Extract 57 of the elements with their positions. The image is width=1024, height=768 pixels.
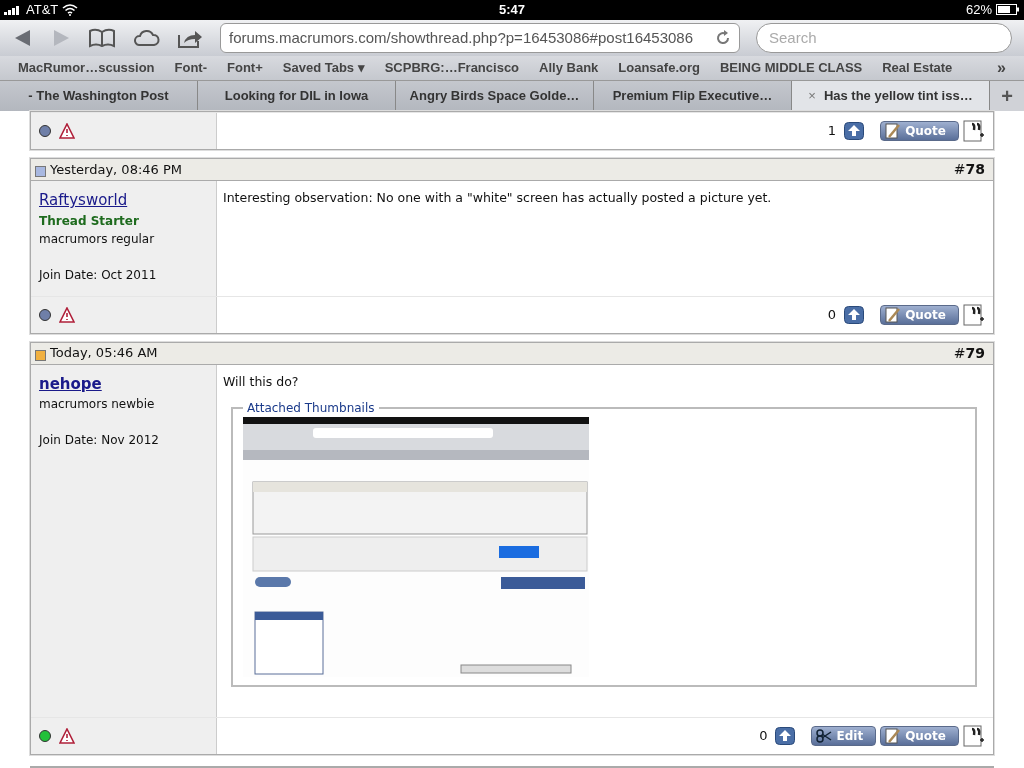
new-tab-button[interactable]: + bbox=[990, 81, 1024, 111]
bookmark-link[interactable]: » bbox=[997, 56, 1006, 80]
bookmark-link[interactable]: Ally Bank bbox=[539, 58, 599, 78]
bookmark-link[interactable]: SCPBRG:…Francisco bbox=[384, 58, 520, 78]
post-date: Today, 05:46 AM bbox=[50, 344, 159, 363]
browser-tab[interactable]: Premium Flip Executive… bbox=[594, 81, 792, 111]
post-message: Will this do? bbox=[223, 372, 300, 391]
quote-button[interactable]: Quote bbox=[880, 304, 959, 325]
bookmark-link[interactable]: Real Estate bbox=[882, 58, 953, 78]
scissors-icon bbox=[816, 729, 833, 743]
attachment-legend: Attached Thumbnails bbox=[243, 399, 379, 418]
search-field[interactable]: Search bbox=[756, 22, 1012, 53]
reload-icon[interactable] bbox=[715, 29, 731, 46]
bookmark-link[interactable]: Loansafe.org bbox=[618, 58, 700, 78]
multi-quote-icon[interactable] bbox=[963, 725, 985, 747]
post-number: #78 bbox=[953, 160, 986, 179]
battery-icon bbox=[996, 4, 1020, 16]
battery-percent: 62% bbox=[965, 1, 992, 19]
warning-icon[interactable] bbox=[59, 306, 75, 323]
warning-icon[interactable] bbox=[59, 728, 75, 744]
post-number: #79 bbox=[953, 343, 986, 363]
browser-tab[interactable]: Angry Birds Space Golde… bbox=[396, 81, 594, 111]
post-message: Interesting observation: No one with a "white" screen has actually posted a picture yet. bbox=[223, 189, 773, 207]
quote-button[interactable]: Quote bbox=[880, 726, 959, 746]
user-title: Thread Starter bbox=[39, 212, 140, 230]
bookmark-link[interactable]: Saved Tabs ▾ bbox=[282, 58, 365, 78]
pencil-paper-icon bbox=[885, 306, 902, 323]
bookmark-link[interactable]: BEING MIDDLE CLASS bbox=[719, 58, 863, 78]
wifi-icon bbox=[62, 3, 79, 16]
bookmarks-book-icon[interactable] bbox=[88, 26, 116, 49]
user-rank: macrumors regular bbox=[39, 230, 156, 248]
multi-quote-icon[interactable] bbox=[963, 303, 985, 326]
bookmark-link[interactable]: Font- bbox=[174, 58, 208, 78]
username-link[interactable]: Raftysworld bbox=[39, 189, 208, 212]
quote-button[interactable]: Quote bbox=[880, 121, 959, 141]
browser-tab[interactable]: Looking for DIL in Iowa bbox=[198, 81, 396, 111]
vote-count: 1 bbox=[827, 122, 837, 141]
carrier: AT&T bbox=[26, 1, 59, 19]
bookmark-link[interactable]: Font+ bbox=[227, 58, 263, 78]
multi-quote-icon[interactable] bbox=[963, 120, 985, 142]
user-rank: macrumors newbie bbox=[39, 396, 156, 413]
clock: 5:47 bbox=[499, 1, 525, 19]
join-date: Join Date: Oct 2011 bbox=[39, 266, 158, 284]
bookmark-link[interactable]: MacRumor…scussion bbox=[18, 58, 155, 78]
browser-tab[interactable]: - The Washington Post bbox=[0, 81, 198, 111]
vote-count: 0 bbox=[827, 305, 837, 324]
url-field[interactable]: forums.macrumors.com/showthread.php?p=16453086#post16453086 bbox=[220, 22, 740, 53]
warning-icon[interactable] bbox=[59, 123, 75, 139]
vote-count: 0 bbox=[759, 727, 768, 746]
signal-icon bbox=[4, 4, 22, 15]
post-date: Yesterday, 08:46 PM bbox=[50, 160, 184, 179]
join-date: Join Date: Nov 2012 bbox=[39, 432, 160, 449]
pencil-paper-icon bbox=[885, 123, 902, 139]
pencil-paper-icon bbox=[885, 728, 902, 744]
browser-tab[interactable]: × Has the yellow tint iss… bbox=[792, 81, 990, 111]
username-link[interactable]: nehope bbox=[39, 372, 208, 395]
close-icon[interactable]: × bbox=[808, 86, 816, 106]
